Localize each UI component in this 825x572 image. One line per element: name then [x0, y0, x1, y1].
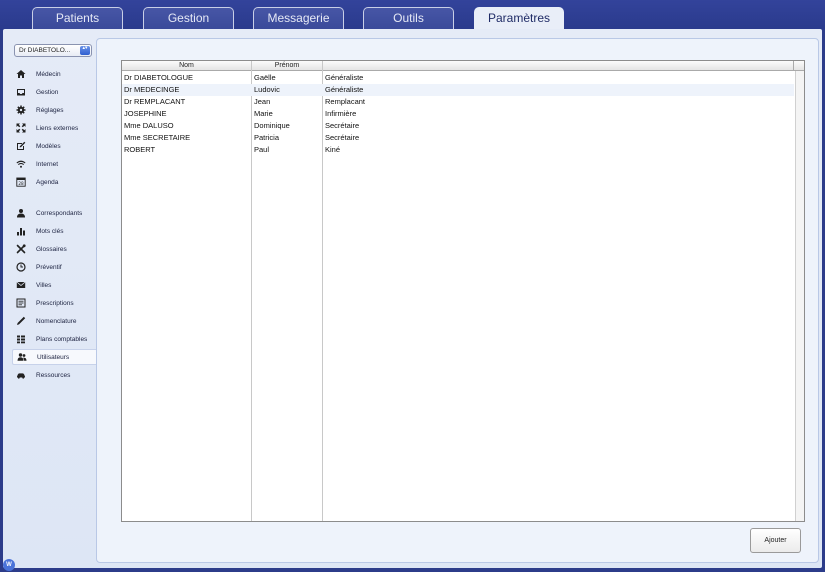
sidebar-item-label: Mots clés [36, 227, 64, 235]
sidebar-item-internet[interactable]: Internet [12, 156, 98, 172]
sidebar-item-label: Plans comptables [36, 335, 88, 343]
sidebar-item-glossaires[interactable]: Glossaires [12, 241, 98, 257]
list-icon [15, 334, 26, 345]
sidebar-item-label: Prescriptions [36, 299, 74, 307]
table-row[interactable]: Dr REMPLACANT Jean Remplacant [122, 96, 794, 108]
table-row[interactable]: JOSEPHINE Marie Infirmière [122, 108, 794, 120]
sidebar-item-villes[interactable]: Villes [12, 277, 98, 293]
main-tab-bar: Patients Gestion Messagerie Outils Param… [0, 0, 825, 30]
sidebar-item-label: Glossaires [36, 245, 67, 253]
person-icon [15, 208, 26, 219]
tab-outils[interactable]: Outils [363, 7, 454, 29]
cell-nom: Mme DALUSO [124, 121, 174, 130]
sidebar-item-label: Ressources [36, 371, 71, 379]
table-row[interactable]: Dr MEDECINGE Ludovic Généraliste [122, 84, 794, 96]
cell-prenom: Ludovic [254, 85, 280, 94]
tab-patients[interactable]: Patients [32, 7, 123, 29]
sidebar-item-preventif[interactable]: Préventif [12, 259, 98, 275]
cell-role: Remplacant [325, 97, 366, 106]
column-header-nom[interactable]: Nom [122, 61, 252, 71]
cell-prenom: Marie [254, 109, 273, 118]
cell-prenom: Dominique [254, 121, 290, 130]
cell-nom: ROBERT [124, 145, 156, 154]
sidebar-item-gestion[interactable]: Gestion [12, 84, 98, 100]
tab-messagerie[interactable]: Messagerie [253, 7, 344, 29]
table-row[interactable]: ROBERT Paul Kiné [122, 144, 794, 156]
pencil-icon [15, 316, 26, 327]
user-select-stepper-icon: ▴▾ [80, 46, 90, 55]
sidebar-item-ressources[interactable]: Ressources [12, 367, 98, 383]
cell-nom: Dr MEDECINGE [124, 85, 180, 94]
sidebar-item-label: Agenda [36, 178, 59, 186]
sidebar-item-label: Nomenclature [36, 317, 77, 325]
cell-prenom: Gaëlle [254, 73, 276, 82]
cell-role: Généraliste [325, 73, 364, 82]
sidebar-item-nomenclature[interactable]: Nomenclature [12, 313, 98, 329]
sidebar-item-label: Liens externes [36, 124, 79, 132]
sidebar-item-label: Médecin [36, 70, 61, 78]
sidebar-item-plans-comptables[interactable]: Plans comptables [12, 331, 98, 347]
cell-prenom: Patricia [254, 133, 280, 142]
expand-icon [15, 123, 26, 134]
gear-icon [15, 105, 26, 116]
cell-nom: JOSEPHINE [124, 109, 167, 118]
cell-role: Infirmière [325, 109, 357, 118]
sidebar-item-label: Utilisateurs [37, 353, 70, 361]
sidebar-item-label: Gestion [36, 88, 59, 96]
cell-nom: Dr DIABETOLOGUE [124, 73, 194, 82]
sidebar-item-correspondants[interactable]: Correspondants [12, 205, 98, 221]
edit-icon [15, 141, 26, 152]
tools-icon [15, 244, 26, 255]
tab-parametres[interactable]: Paramètres [474, 7, 564, 30]
app-badge-icon: W [3, 559, 15, 571]
sidebar-item-modeles[interactable]: Modèles [12, 138, 98, 154]
sidebar-item-label: Villes [36, 281, 52, 289]
sidebar-item-prescriptions[interactable]: Prescriptions [12, 295, 98, 311]
cell-prenom: Paul [254, 145, 270, 154]
cell-nom: Mme SECRETAIRE [124, 133, 191, 142]
tray-icon [15, 87, 26, 98]
sidebar-item-reglages[interactable]: Réglages [12, 102, 98, 118]
content-panel: Nom Prénom Dr DIABETOLOGUE Gaëlle Généra… [96, 38, 819, 563]
cell-role: Généraliste [325, 85, 364, 94]
sidebar-item-label: Modèles [36, 142, 61, 150]
table-header: Nom Prénom [122, 61, 804, 71]
tab-gestion[interactable]: Gestion [143, 7, 234, 29]
users-icon [16, 352, 27, 363]
column-header-prenom[interactable]: Prénom [252, 61, 323, 71]
house-icon [15, 69, 26, 80]
sidebar-item-label: Préventif [36, 263, 62, 271]
sidebar-item-mots-cles[interactable]: Mots clés [12, 223, 98, 239]
users-table: Nom Prénom Dr DIABETOLOGUE Gaëlle Généra… [121, 60, 805, 522]
svg-text:28: 28 [18, 181, 24, 186]
document-icon [15, 298, 26, 309]
add-button[interactable]: Ajouter [750, 528, 801, 553]
sidebar-item-label: Correspondants [36, 209, 83, 217]
wifi-icon [15, 159, 26, 170]
table-scrollbar[interactable] [795, 71, 804, 521]
main-window: Dr DIABETOLO... ▴▾ Médecin Gestion Régla… [3, 29, 822, 568]
cell-role: Secrétaire [325, 121, 360, 130]
bar-chart-icon [15, 226, 26, 237]
user-select-value: Dr DIABETOLO... [19, 47, 71, 54]
sidebar-item-label: Internet [36, 160, 59, 168]
cell-nom: Dr REMPLACANT [124, 97, 186, 106]
table-row[interactable]: Mme DALUSO Dominique Secrétaire [122, 120, 794, 132]
user-select[interactable]: Dr DIABETOLO... ▴▾ [14, 44, 92, 57]
sidebar-item-liens-externes[interactable]: Liens externes [12, 120, 98, 136]
cell-role: Kiné [325, 145, 341, 154]
column-header-role[interactable] [323, 61, 794, 71]
cell-prenom: Jean [254, 97, 271, 106]
envelope-icon [15, 280, 26, 291]
clock-icon [15, 262, 26, 273]
table-row[interactable]: Mme SECRETAIRE Patricia Secrétaire [122, 132, 794, 144]
sidebar-item-utilisateurs[interactable]: Utilisateurs [12, 349, 98, 365]
cell-role: Secrétaire [325, 133, 360, 142]
table-row[interactable]: Dr DIABETOLOGUE Gaëlle Généraliste [122, 72, 794, 84]
sidebar-item-medecin[interactable]: Médecin [12, 66, 98, 82]
sidebar-item-label: Réglages [36, 106, 64, 114]
sidebar-item-agenda[interactable]: 28 Agenda [12, 174, 98, 190]
calendar-icon: 28 [15, 177, 26, 188]
car-icon [15, 370, 26, 381]
